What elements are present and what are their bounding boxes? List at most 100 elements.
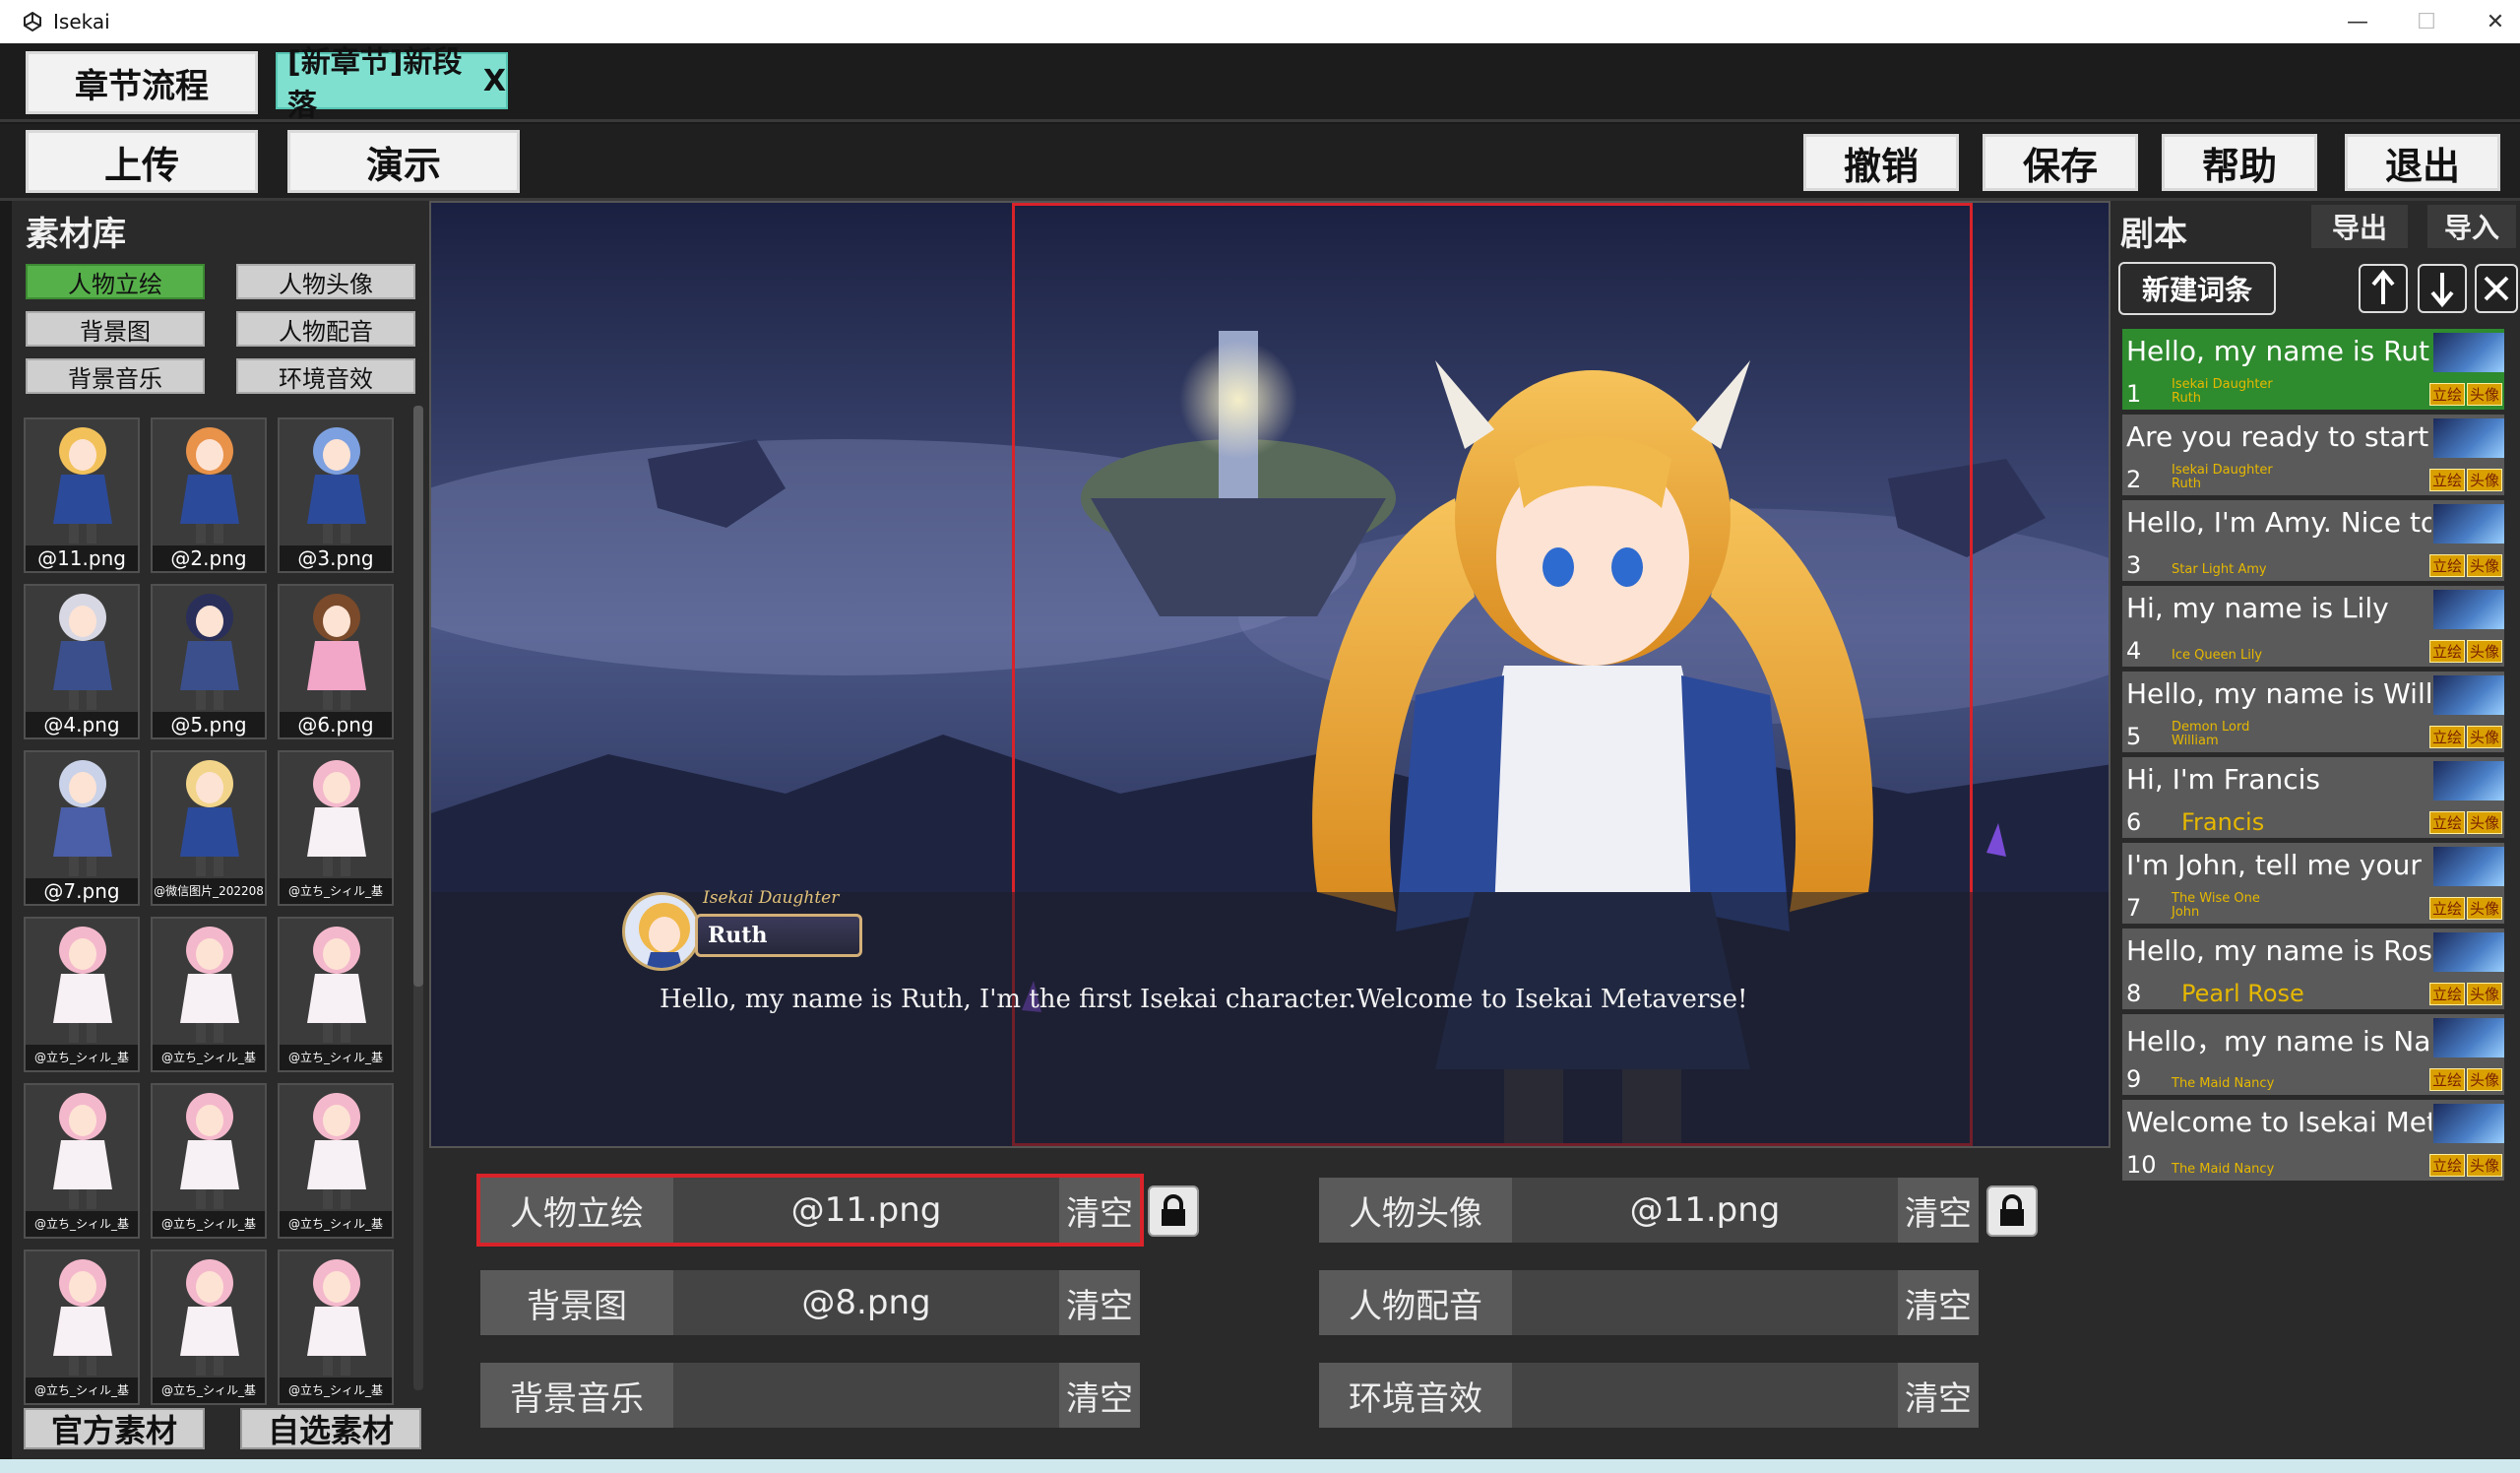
asset-thumbnail[interactable]: @4.png [24,584,140,739]
entry-tag-portrait: 立绘 [2428,1068,2465,1091]
category-music[interactable]: 背景音乐 [26,358,205,394]
script-entry[interactable]: Are you ready to start yo 2 Isekai Daughte… [2122,415,2504,495]
delete-entry-button[interactable] [2475,264,2518,313]
avatar-lock-button[interactable] [1986,1185,2038,1237]
music-clear-button[interactable]: 清空 [1059,1363,1140,1428]
custom-assets-button[interactable]: 自选素材 [240,1408,421,1449]
script-entry[interactable]: Hello, my name is Rose 8 Pearl Rose 立绘 头像 [2122,929,2504,1009]
ambient-clear-button[interactable]: 清空 [1898,1363,1979,1428]
script-entry[interactable]: Hello, my name is Ruth, 1 Isekai Daughter R… [2122,329,2504,410]
upload-button[interactable]: 上传 [26,130,258,193]
asset-thumbnail[interactable]: @立ち_シィル_基 [278,1083,394,1239]
demo-button[interactable]: 演示 [287,130,520,193]
asset-thumbnail[interactable]: @立ち_シィル_基 [24,917,140,1072]
avatar-field-value[interactable]: @11.png [1512,1178,1898,1243]
preview-stage[interactable]: Isekai Daughter Ruth Hello, my name is R… [429,201,2110,1148]
import-button[interactable]: 导入 [2427,205,2516,248]
help-button[interactable]: 帮助 [2162,134,2317,191]
asset-thumbnail[interactable]: @立ち_シィル_基 [24,1249,140,1405]
script-entry[interactable]: Hello, I'm Amy. Nice to m 3 Star Light Amy… [2122,500,2504,581]
music-field-value[interactable] [673,1363,1059,1428]
entry-role-name: William [2172,734,2219,748]
ambient-field-value[interactable] [1512,1363,1898,1428]
close-window-button[interactable]: ✕ [2461,0,2520,43]
asset-thumbnail[interactable]: @立ち_シィル_基 [24,1083,140,1239]
entry-role: Francis [2181,810,2319,834]
script-entry[interactable]: Hi, I'm Francis 6 Francis 立绘 头像 [2122,757,2504,838]
entry-role-name: John [2172,905,2200,920]
entry-tags: 立绘 头像 [2428,554,2502,577]
entry-tags: 立绘 头像 [2428,640,2502,663]
asset-thumbnail[interactable]: @3.png [278,417,394,573]
category-avatar[interactable]: 人物头像 [236,264,415,299]
script-entry[interactable]: Welcome to Isekai Metav 10 The Maid Nancy 立… [2122,1100,2504,1181]
script-entry[interactable]: Hello，my name is Nanc 9 The Maid Nancy 立绘 头像 [2122,1014,2504,1095]
category-portrait[interactable]: 人物立绘 [26,264,205,299]
entry-tag-portrait: 立绘 [2428,897,2465,920]
voice-field[interactable]: 人物配音 清空 [1319,1270,1979,1335]
lock-icon [1162,1194,1185,1226]
category-background[interactable]: 背景图 [26,311,205,347]
official-assets-button[interactable]: 官方素材 [24,1408,205,1449]
undo-button[interactable]: 撤销 [1803,134,1959,191]
script-entry[interactable]: Hi, my name is Lily 4 Ice Queen Lily 立绘 头像 [2122,586,2504,667]
asset-thumbnail-label: @3.png [280,545,392,571]
asset-thumbnail[interactable]: @立ち_シィル_基 [278,1249,394,1405]
asset-thumbnail[interactable]: @立ち_シィル_基 [278,750,394,906]
character-sprite-image [53,1093,112,1209]
category-voice[interactable]: 人物配音 [236,311,415,347]
tab-new-section[interactable]: [新章节]新段落 X [276,45,508,123]
asset-thumbnail[interactable]: @2.png [151,417,267,573]
entry-role: Isekai Daughter Ruth [2172,378,2309,406]
background-clear-button[interactable]: 清空 [1059,1270,1140,1335]
minimize-button[interactable]: — [2323,0,2392,43]
category-ambient[interactable]: 环境音效 [236,358,415,394]
move-up-button[interactable] [2359,264,2408,313]
new-entry-button[interactable]: 新建词条 [2118,262,2276,315]
background-field[interactable]: 背景图 @8.png 清空 [480,1270,1140,1335]
asset-thumbnail[interactable]: @11.png [24,417,140,573]
asset-thumbnail[interactable]: @微信图片_202208 [151,750,267,906]
entry-number: 7 [2126,894,2142,922]
script-entry[interactable]: I'm John, tell me your na 7 The Wise One Jo… [2122,843,2504,924]
character-sprite-image [307,594,366,710]
move-down-button[interactable] [2418,264,2467,313]
asset-thumbnail[interactable]: @立ち_シィル_基 [151,1249,267,1405]
asset-thumbnail[interactable]: @6.png [278,584,394,739]
asset-scrollbar-thumb[interactable] [413,406,423,987]
close-icon [2484,276,2509,301]
entry-tag-portrait: 立绘 [2428,554,2465,577]
asset-thumbnail[interactable]: @7.png [24,750,140,906]
ambient-field[interactable]: 环境音效 清空 [1319,1363,1979,1428]
export-button[interactable]: 导出 [2311,205,2408,248]
portrait-field-label: 人物立绘 [480,1178,673,1243]
avatar-field[interactable]: 人物头像 @11.png 清空 [1319,1178,1979,1243]
entry-role: Ice Queen Lily [2172,649,2309,663]
portrait-clear-button[interactable]: 清空 [1059,1178,1140,1243]
voice-field-value[interactable] [1512,1270,1898,1335]
character-sprite-image [180,427,239,544]
maximize-button[interactable]: ☐ [2392,0,2461,43]
asset-thumbnail[interactable]: @立ち_シィル_基 [278,917,394,1072]
background-field-value[interactable]: @8.png [673,1270,1059,1335]
script-entry[interactable]: Hello, my name is Willian 5 Demon LordWill… [2122,672,2504,752]
asset-thumbnail-label: @4.png [26,712,138,737]
asset-thumbnail[interactable]: @5.png [151,584,267,739]
asset-scrollbar[interactable] [413,406,423,1390]
voice-clear-button[interactable]: 清空 [1898,1270,1979,1335]
asset-thumbnail[interactable]: @立ち_シィル_基 [151,1083,267,1239]
entry-text: I'm John, tell me your na [2126,849,2431,881]
asset-thumbnail[interactable]: @立ち_シィル_基 [151,917,267,1072]
tab-close-button[interactable]: X [483,64,506,98]
save-button[interactable]: 保存 [1983,134,2138,191]
portrait-field-value[interactable]: @11.png [673,1178,1059,1243]
entry-number: 9 [2126,1065,2142,1093]
entry-number: 6 [2126,808,2142,836]
chapter-flow-button[interactable]: 章节流程 [26,51,258,114]
portrait-field[interactable]: 人物立绘 @11.png 清空 [476,1174,1144,1247]
avatar-clear-button[interactable]: 清空 [1898,1178,1979,1243]
entry-background-thumbnail [2433,847,2504,886]
music-field[interactable]: 背景音乐 清空 [480,1363,1140,1428]
exit-button[interactable]: 退出 [2345,134,2500,191]
portrait-lock-button[interactable] [1148,1185,1199,1237]
